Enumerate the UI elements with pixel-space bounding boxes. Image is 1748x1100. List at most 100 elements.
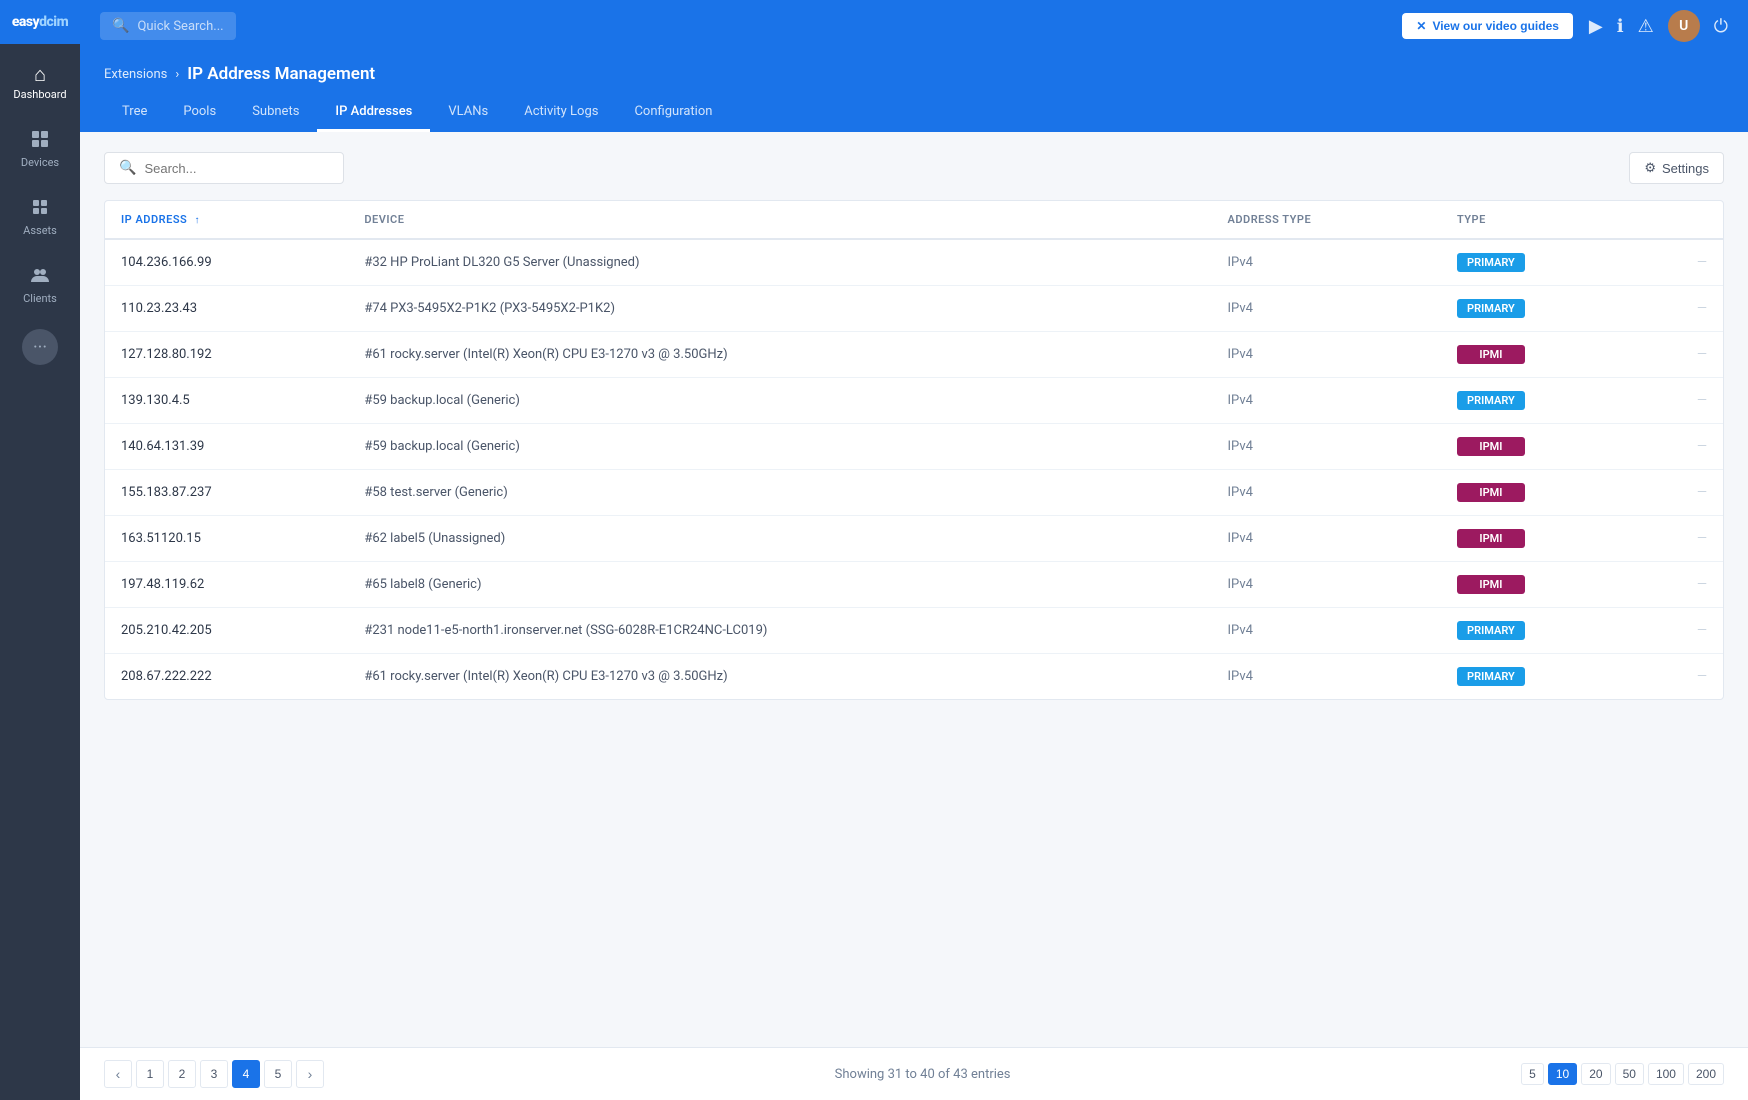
cell-actions[interactable]: — [1639, 516, 1723, 562]
cell-actions[interactable]: — [1639, 286, 1723, 332]
page-size-20[interactable]: 20 [1581, 1063, 1610, 1085]
table-row[interactable]: 110.23.23.43 #74 PX3-5495X2-P1K2 (PX3-54… [105, 286, 1723, 332]
video-guides-button[interactable]: ✕ View our video guides [1402, 13, 1573, 39]
table-row[interactable]: 127.128.80.192 #61 rocky.server (Intel(R… [105, 332, 1723, 378]
sidebar: easydcim ⌂ Dashboard Devices Assets Clie… [0, 0, 80, 1100]
footer: ‹ 1 2 3 4 5 › Showing 31 to 40 of 43 ent… [80, 1047, 1748, 1100]
cell-ip: 127.128.80.192 [105, 332, 348, 378]
tab-configuration[interactable]: Configuration [616, 94, 730, 132]
settings-button[interactable]: ⚙ Settings [1629, 152, 1724, 184]
cell-actions[interactable]: — [1639, 608, 1723, 654]
cell-device: #58 test.server (Generic) [348, 470, 1211, 516]
page-btn-3[interactable]: 3 [200, 1060, 228, 1088]
user-avatar[interactable]: U [1668, 10, 1700, 42]
cell-type: IPMI [1441, 470, 1639, 516]
page-size-200[interactable]: 200 [1688, 1063, 1724, 1085]
cell-actions[interactable]: — [1639, 378, 1723, 424]
cell-ip: 208.67.222.222 [105, 654, 348, 700]
table-row[interactable]: 205.210.42.205 #231 node11-e5-north1.iro… [105, 608, 1723, 654]
page-size-50[interactable]: 50 [1615, 1063, 1644, 1085]
ip-table: IP ADDRESS ↑ DEVICE ADDRESS TYPE TYPE [105, 201, 1723, 699]
sidebar-item-dashboard[interactable]: ⌂ Dashboard [0, 52, 80, 113]
ip-table-container: IP ADDRESS ↑ DEVICE ADDRESS TYPE TYPE [104, 200, 1724, 700]
page-header: Extensions › IP Address Management Tree … [80, 52, 1748, 132]
cell-device: #62 label5 (Unassigned) [348, 516, 1211, 562]
topbar-search[interactable]: 🔍 Quick Search... [100, 12, 236, 40]
breadcrumb: Extensions › IP Address Management [104, 64, 1724, 84]
page-btn-5[interactable]: 5 [264, 1060, 292, 1088]
play-icon[interactable]: ▶ [1589, 16, 1603, 37]
tab-subnets[interactable]: Subnets [234, 94, 317, 132]
logo-text: easydcim [12, 14, 68, 30]
type-badge: IPMI [1457, 529, 1525, 548]
cell-device: #59 backup.local (Generic) [348, 424, 1211, 470]
cell-address-type: IPv4 [1212, 378, 1441, 424]
table-row[interactable]: 208.67.222.222 #61 rocky.server (Intel(R… [105, 654, 1723, 700]
search-box-icon: 🔍 [119, 160, 136, 176]
cell-type: PRIMARY [1441, 239, 1639, 286]
cell-device: #61 rocky.server (Intel(R) Xeon(R) CPU E… [348, 654, 1211, 700]
cell-actions[interactable]: — [1639, 239, 1723, 286]
cell-actions[interactable]: — [1639, 562, 1723, 608]
more-menu-button[interactable]: ··· [22, 329, 58, 365]
alert-icon[interactable]: ⚠ [1638, 16, 1654, 37]
table-row[interactable]: 197.48.119.62 #65 label8 (Generic) IPv4 … [105, 562, 1723, 608]
search-input[interactable] [144, 161, 329, 176]
cell-address-type: IPv4 [1212, 424, 1441, 470]
page-info: Showing 31 to 40 of 43 entries [835, 1067, 1011, 1082]
assets-icon [30, 197, 50, 220]
cell-address-type: IPv4 [1212, 562, 1441, 608]
cell-actions[interactable]: — [1639, 470, 1723, 516]
prev-page-button[interactable]: ‹ [104, 1060, 132, 1088]
page-btn-2[interactable]: 2 [168, 1060, 196, 1088]
next-page-button[interactable]: › [296, 1060, 324, 1088]
topbar: 🔍 Quick Search... ✕ View our video guide… [80, 0, 1748, 52]
cell-type: IPMI [1441, 516, 1639, 562]
page-btn-1[interactable]: 1 [136, 1060, 164, 1088]
power-icon[interactable]: ⏻ [1714, 16, 1728, 37]
toolbar: 🔍 ⚙ Settings [104, 152, 1724, 184]
page-size-10[interactable]: 10 [1548, 1063, 1577, 1085]
sidebar-logo[interactable]: easydcim [0, 0, 80, 44]
devices-icon [30, 129, 50, 152]
col-address-type: ADDRESS TYPE [1212, 201, 1441, 239]
cell-ip: 140.64.131.39 [105, 424, 348, 470]
breadcrumb-parent[interactable]: Extensions [104, 67, 167, 82]
settings-label: Settings [1662, 161, 1709, 176]
tab-vlans[interactable]: VLANs [430, 94, 506, 132]
info-icon[interactable]: ℹ [1617, 16, 1624, 37]
tab-activity-logs[interactable]: Activity Logs [506, 94, 616, 132]
type-badge: PRIMARY [1457, 667, 1525, 686]
cell-actions[interactable]: — [1639, 332, 1723, 378]
table-row[interactable]: 163.51120.15 #62 label5 (Unassigned) IPv… [105, 516, 1723, 562]
sidebar-item-label: Dashboard [13, 88, 66, 101]
table-row[interactable]: 139.130.4.5 #59 backup.local (Generic) I… [105, 378, 1723, 424]
sidebar-item-assets[interactable]: Assets [0, 185, 80, 249]
search-box[interactable]: 🔍 [104, 152, 344, 184]
pagination: ‹ 1 2 3 4 5 › [104, 1060, 324, 1088]
page-btn-4[interactable]: 4 [232, 1060, 260, 1088]
cell-type: IPMI [1441, 332, 1639, 378]
settings-gear-icon: ⚙ [1644, 160, 1656, 176]
cell-type: PRIMARY [1441, 654, 1639, 700]
cell-actions[interactable]: — [1639, 424, 1723, 470]
table-row[interactable]: 140.64.131.39 #59 backup.local (Generic)… [105, 424, 1723, 470]
tab-tree[interactable]: Tree [104, 94, 165, 132]
table-row[interactable]: 155.183.87.237 #58 test.server (Generic)… [105, 470, 1723, 516]
col-type: TYPE [1441, 201, 1639, 239]
tab-pools[interactable]: Pools [165, 94, 234, 132]
col-ip-address[interactable]: IP ADDRESS ↑ [105, 201, 348, 239]
page-size-5[interactable]: 5 [1521, 1063, 1544, 1085]
col-device: DEVICE [348, 201, 1211, 239]
page-tabs: Tree Pools Subnets IP Addresses VLANs Ac… [104, 94, 1724, 132]
sidebar-item-clients[interactable]: Clients [0, 253, 80, 317]
sidebar-item-devices[interactable]: Devices [0, 117, 80, 181]
tab-ip-addresses[interactable]: IP Addresses [317, 94, 430, 132]
type-badge: PRIMARY [1457, 253, 1525, 272]
cell-ip: 110.23.23.43 [105, 286, 348, 332]
page-size-100[interactable]: 100 [1648, 1063, 1684, 1085]
table-row[interactable]: 104.236.166.99 #32 HP ProLiant DL320 G5 … [105, 239, 1723, 286]
sidebar-nav: ⌂ Dashboard Devices Assets Clients ··· [0, 44, 80, 365]
topbar-icons: ▶ ℹ ⚠ U ⏻ [1589, 10, 1728, 42]
cell-actions[interactable]: — [1639, 654, 1723, 700]
